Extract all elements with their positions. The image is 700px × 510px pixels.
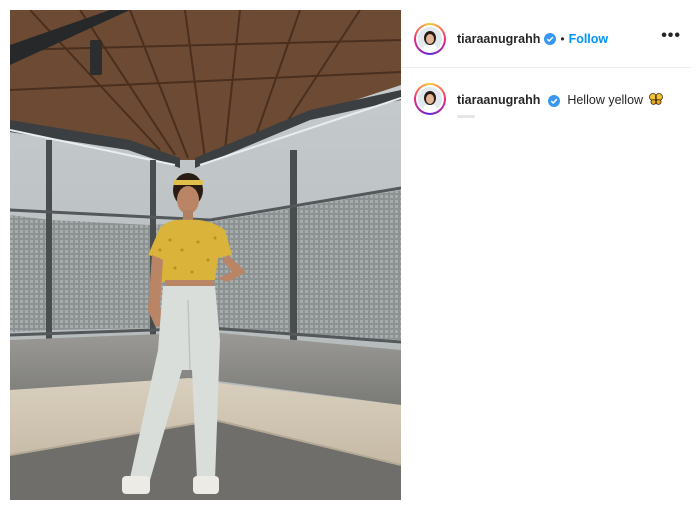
caption-body: Hellow yellow [567, 93, 644, 107]
caption-text: tiaraanugrahh Hellow yellow [457, 92, 663, 108]
post-sidebar: tiaraanugrahh • Follow ••• tiaraanugrahh… [401, 10, 691, 500]
post-photo-image [10, 10, 401, 500]
caption-username[interactable]: tiaraanugrahh [457, 93, 540, 107]
more-options-icon[interactable]: ••• [661, 28, 681, 44]
follow-button[interactable]: Follow [569, 32, 609, 46]
post-photo[interactable] [10, 10, 401, 500]
instagram-post: tiaraanugrahh • Follow ••• tiaraanugrahh… [0, 0, 700, 510]
avatar-image [418, 26, 442, 51]
post-header: tiaraanugrahh • Follow ••• [401, 10, 691, 68]
caption-avatar[interactable] [414, 83, 446, 115]
timestamp-placeholder [457, 115, 475, 118]
avatar[interactable] [414, 22, 446, 55]
caption-avatar-image [418, 87, 442, 111]
butterfly-emoji-icon [648, 93, 663, 105]
separator-dot: • [560, 31, 565, 46]
verified-badge-icon [544, 32, 557, 45]
username[interactable]: tiaraanugrahh [457, 32, 540, 46]
caption: tiaraanugrahh Hellow yellow [414, 83, 684, 115]
caption-verified-badge-icon [547, 94, 560, 107]
